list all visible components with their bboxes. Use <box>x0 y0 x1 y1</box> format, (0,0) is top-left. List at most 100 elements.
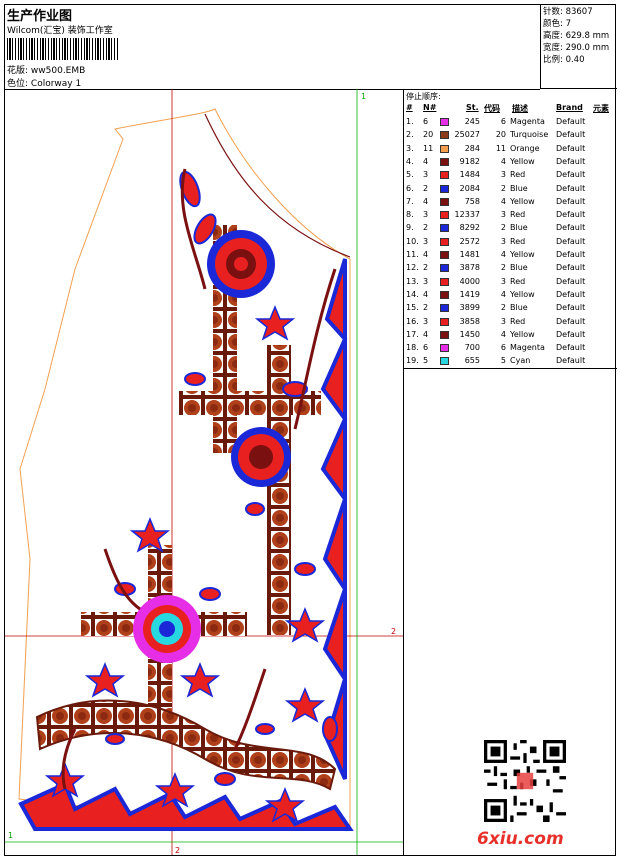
row-code: 4 <box>500 329 506 339</box>
row-num: 13. <box>406 276 419 286</box>
row-desc: Orange <box>510 143 540 153</box>
row-code: 6 <box>500 117 506 126</box>
row-brand: Default <box>556 303 586 313</box>
thread-color-swatch <box>440 131 449 140</box>
row-desc: Blue <box>510 303 528 313</box>
row-desc: Yellow <box>510 196 535 206</box>
row-needle: 3 <box>423 276 429 286</box>
row-code: 3 <box>500 210 506 220</box>
right-scallop-border <box>320 258 348 780</box>
row-desc: Red <box>510 236 526 246</box>
pattern-row: 花版: ww500.EMB <box>7 63 85 76</box>
colorway-value: Colorway 1 <box>30 79 82 89</box>
row-brand: Default <box>556 236 586 246</box>
legend-header-element: 元素 <box>593 104 609 113</box>
row-num: 1. <box>406 117 414 126</box>
row-num: 14. <box>406 289 419 299</box>
row-desc: Yellow <box>510 329 535 339</box>
row-desc: Magenta <box>510 117 545 126</box>
row-desc: Blue <box>510 223 528 233</box>
qr-code <box>484 740 566 822</box>
rose-lower <box>133 595 201 663</box>
row-brand: Default <box>556 289 586 299</box>
row-code: 20 <box>495 130 506 140</box>
legend-row: 2. 20 25027 20 Turquoise Default <box>404 129 617 142</box>
row-num: 2. <box>406 130 414 140</box>
legend-row: 18. 6 700 6 Magenta Default <box>404 342 617 355</box>
row-needle: 4 <box>423 196 429 206</box>
row-needle: 3 <box>423 170 429 180</box>
row-stitches: 700 <box>464 343 480 353</box>
row-needle: 2 <box>423 223 429 233</box>
row-num: 10. <box>406 236 419 246</box>
row-desc: Red <box>510 210 526 220</box>
row-needle: 3 <box>423 316 429 326</box>
embroidery-drawing: 1 2 2 1 <box>5 89 403 855</box>
row-needle: 11 <box>423 143 434 153</box>
row-stitches: 758 <box>464 196 480 206</box>
row-num: 15. <box>406 303 419 313</box>
sheet-title: 生产作业图 <box>7 9 73 24</box>
row-brand: Default <box>556 156 586 166</box>
colorway-label: 色位: <box>7 79 29 89</box>
legend-title: 停止顺序: <box>406 92 441 101</box>
row-brand: Default <box>556 329 586 339</box>
row-stitches: 1419 <box>459 289 480 299</box>
legend-row: 12. 2 3878 2 Blue Default <box>404 262 617 275</box>
row-num: 17. <box>406 329 419 339</box>
row-brand: Default <box>556 223 586 233</box>
row-desc: Red <box>510 316 526 326</box>
thread-color-swatch <box>440 277 449 286</box>
thread-color-swatch <box>440 330 449 339</box>
design-scale: 比例: 0.40 <box>543 55 585 65</box>
company-name: Wilcom(汇宝) 装饰工作室 <box>7 26 113 36</box>
legend-header-brand: Brand <box>556 103 583 112</box>
row-code: 2 <box>500 183 506 193</box>
row-code: 6 <box>500 343 506 353</box>
guide-label-bottom: 2 <box>175 846 180 855</box>
row-code: 4 <box>500 196 506 206</box>
stitch-count: 针数: 83607 <box>543 7 593 17</box>
row-code: 5 <box>500 356 506 366</box>
row-stitches: 1481 <box>459 250 480 259</box>
row-stitches: 3899 <box>459 303 480 313</box>
legend-header-needle: N# <box>423 103 437 112</box>
row-stitches: 284 <box>464 143 480 153</box>
row-num: 3. <box>406 143 414 153</box>
row-num: 12. <box>406 263 419 273</box>
thread-color-swatch <box>440 237 449 246</box>
legend-row: 14. 4 1419 4 Yellow Default <box>404 289 617 302</box>
legend-row: 4. 4 9182 4 Yellow Default <box>404 156 617 169</box>
row-code: 2 <box>500 303 506 313</box>
row-code: 2 <box>500 223 506 233</box>
row-stitches: 2084 <box>459 183 480 193</box>
row-needle: 6 <box>423 117 429 126</box>
legend-header-desc: 描述 <box>512 104 528 113</box>
row-code: 3 <box>500 170 506 180</box>
row-brand: Default <box>556 196 586 206</box>
row-desc: Yellow <box>510 289 535 299</box>
legend-row: 15. 2 3899 2 Blue Default <box>404 302 617 315</box>
row-needle: 2 <box>423 183 429 193</box>
thread-color-swatch <box>440 171 449 180</box>
thread-color-swatch <box>440 144 449 153</box>
guide-label-corner: 1 <box>8 831 13 840</box>
row-needle: 4 <box>423 329 429 339</box>
row-desc: Red <box>510 170 526 180</box>
row-desc: Yellow <box>510 250 535 259</box>
row-brand: Default <box>556 356 586 366</box>
design-height: 高度: 629.8 mm <box>543 31 610 41</box>
row-brand: Default <box>556 170 586 180</box>
stems <box>61 168 337 790</box>
production-sheet: 生产作业图 Wilcom(汇宝) 装饰工作室 花版: ww500.EMB 色位:… <box>4 4 617 856</box>
thread-color-swatch <box>440 211 449 220</box>
legend-row: 7. 4 758 4 Yellow Default <box>404 196 617 209</box>
design-width: 宽度: 290.0 mm <box>543 43 610 53</box>
row-code: 3 <box>500 316 506 326</box>
row-stitches: 12337 <box>454 210 480 220</box>
stop-sequence-legend: 停止顺序: # N# St. 代码 描述 Brand 元素 1. 6 245 6 Mag… <box>404 89 617 369</box>
row-code: 3 <box>500 236 506 246</box>
row-code: 3 <box>500 276 506 286</box>
row-brand: Default <box>556 343 586 353</box>
sheet-header: 生产作业图 Wilcom(汇宝) 装饰工作室 花版: ww500.EMB 色位:… <box>5 5 540 90</box>
